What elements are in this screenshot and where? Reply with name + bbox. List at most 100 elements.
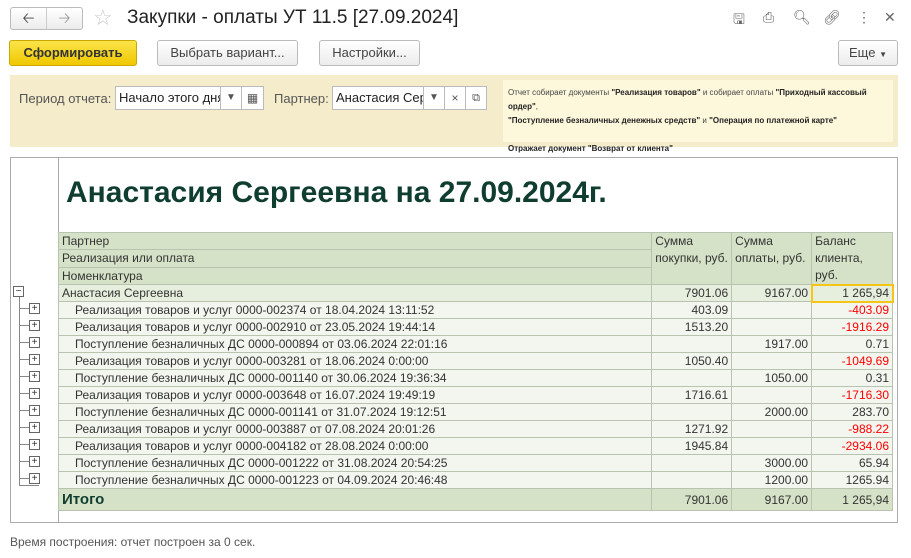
row-purchase: 1050.40 [651,352,733,370]
row-balance: 0.71 [811,335,893,353]
chevron-down-icon: ▼ [879,50,887,59]
row-document: Реализация товаров и услуг 0000-003648 о… [57,386,653,404]
expand-icon[interactable]: + [29,439,40,450]
row-document: Поступление безналичных ДС 0000-001223 о… [57,471,653,489]
row-document: Поступление безналичных ДС 0000-001222 о… [57,454,653,472]
print-icon[interactable]: ⎙ [763,9,774,26]
row-purchase: 1716.61 [651,386,733,404]
tree-line [19,461,29,462]
row-payment: 1050.00 [731,369,813,387]
expand-icon[interactable]: + [29,473,40,484]
row-payment: 3000.00 [731,454,813,472]
save-icon[interactable]: 🖫 [733,9,745,33]
forward-button[interactable]: 🡢 [46,8,82,29]
row-payment: 1200.00 [731,471,813,489]
row-document: Поступление безналичных ДС 0000-000894 о… [57,335,653,353]
calendar-icon[interactable]: ▦ [242,86,264,110]
report-table: Партнер Сумма покупки, руб. Сумма оплаты, … [57,231,894,511]
generate-button[interactable]: Сформировать [9,40,137,66]
select-variant-button[interactable]: Выбрать вариант... [157,40,298,66]
note-text: Отчет собирает документы [508,88,612,97]
table-row[interactable]: Поступление безналичных ДС 0000-000894 о… [57,335,893,353]
group-payment: 9167.00 [731,284,813,302]
row-payment [731,437,813,455]
expand-icon[interactable]: + [29,456,40,467]
table-row[interactable]: Поступление безналичных ДС 0000-001141 о… [57,403,893,421]
row-document: Реализация товаров и услуг 0000-002910 о… [57,318,653,336]
row-payment: 1917.00 [731,335,813,353]
note-text: Отражает документ "Возврат от клиента" [508,144,673,153]
tree-line [19,478,29,479]
table-row[interactable]: Реализация товаров и услуг 0000-003648 о… [57,386,893,404]
more-label: Еще [849,45,876,60]
table-row[interactable]: Реализация товаров и услуг 0000-002374 о… [57,301,893,319]
partner-label: Партнер: [274,91,329,106]
expand-icon[interactable]: + [29,405,40,416]
table-row[interactable]: Реализация товаров и услуг 0000-002910 о… [57,318,893,336]
clear-icon[interactable]: × [445,86,466,110]
row-payment [731,318,813,336]
expand-icon[interactable]: + [29,320,40,331]
tree-line [19,359,29,360]
row-payment [731,352,813,370]
note-text: и собирает оплаты [700,88,776,97]
group-balance-selected-cell[interactable]: 1 265,94 [810,283,894,303]
period-label: Период отчета: [19,91,112,106]
report-title: Анастасия Сергеевна на 27.09.2024г. [66,176,607,209]
expand-icon[interactable]: + [29,337,40,348]
row-purchase: 1513.20 [651,318,733,336]
nav-buttons: 🡠 🡢 [10,7,83,30]
row-document: Реализация товаров и услуг 0000-003887 о… [57,420,653,438]
note-text: и [700,116,710,125]
row-balance: -1716.30 [811,386,893,404]
collapse-icon[interactable]: − [13,286,24,297]
group-row[interactable]: Анастасия Сергеевна 7901.06 9167.00 1 265,9… [57,283,894,303]
back-button[interactable]: 🡠 [11,8,46,29]
expand-icon[interactable]: + [29,388,40,399]
row-document: Поступление безналичных ДС 0000-001140 о… [57,369,653,387]
table-row[interactable]: Реализация товаров и услуг 0000-003887 о… [57,420,893,438]
expand-icon[interactable]: + [29,354,40,365]
table-row[interactable]: Реализация товаров и услуг 0000-003281 о… [57,352,893,370]
group-name: Анастасия Сергеевна [57,284,653,302]
table-row[interactable]: Поступление безналичных ДС 0000-001140 о… [57,369,893,387]
total-purchase: 7901.06 [651,488,733,511]
favorite-star-icon[interactable]: ☆ [93,5,113,31]
tree-line [19,325,29,326]
header-payment: Сумма оплаты, руб. [731,232,813,285]
row-payment [731,420,813,438]
close-icon[interactable]: ✕ [884,9,896,26]
note-text: , [535,102,539,111]
period-input[interactable]: Начало этого дня [115,86,221,110]
row-document: Реализация товаров и услуг 0000-003281 о… [57,352,653,370]
row-purchase [651,403,733,421]
period-dropdown-icon[interactable]: ▼ [221,86,242,110]
settings-button[interactable]: Настройки... [319,40,420,66]
row-payment [731,301,813,319]
row-balance: -2934.06 [811,437,893,455]
build-time-status: Время построения: отчет построен за 0 се… [10,535,256,549]
expand-icon[interactable]: + [29,303,40,314]
row-purchase [651,335,733,353]
tree-line [19,485,39,486]
table-row[interactable]: Реализация товаров и услуг 0000-004182 о… [57,437,893,455]
open-icon[interactable]: ⧉ [466,86,487,110]
row-payment [731,386,813,404]
tree-line [19,427,29,428]
more-vert-icon[interactable]: ⋮ [857,9,871,26]
partner-input[interactable]: Анастасия Сергеевна [332,86,424,110]
row-document: Реализация товаров и услуг 0000-004182 о… [57,437,653,455]
row-purchase [651,471,733,489]
partner-dropdown-icon[interactable]: ▼ [424,86,445,110]
tree-line [19,444,29,445]
row-document: Реализация товаров и услуг 0000-002374 о… [57,301,653,319]
expand-icon[interactable]: + [29,422,40,433]
table-row[interactable]: Поступление безналичных ДС 0000-001223 о… [57,471,893,489]
table-row[interactable]: Поступление безналичных ДС 0000-001222 о… [57,454,893,472]
row-balance: 283.70 [811,403,893,421]
more-button[interactable]: Еще ▼ [838,40,898,66]
row-balance: -1049.69 [811,352,893,370]
expand-icon[interactable]: + [29,371,40,382]
preview-icon[interactable]: 🔍︎ [793,9,811,26]
link-icon[interactable]: 🔗︎ [823,9,841,26]
